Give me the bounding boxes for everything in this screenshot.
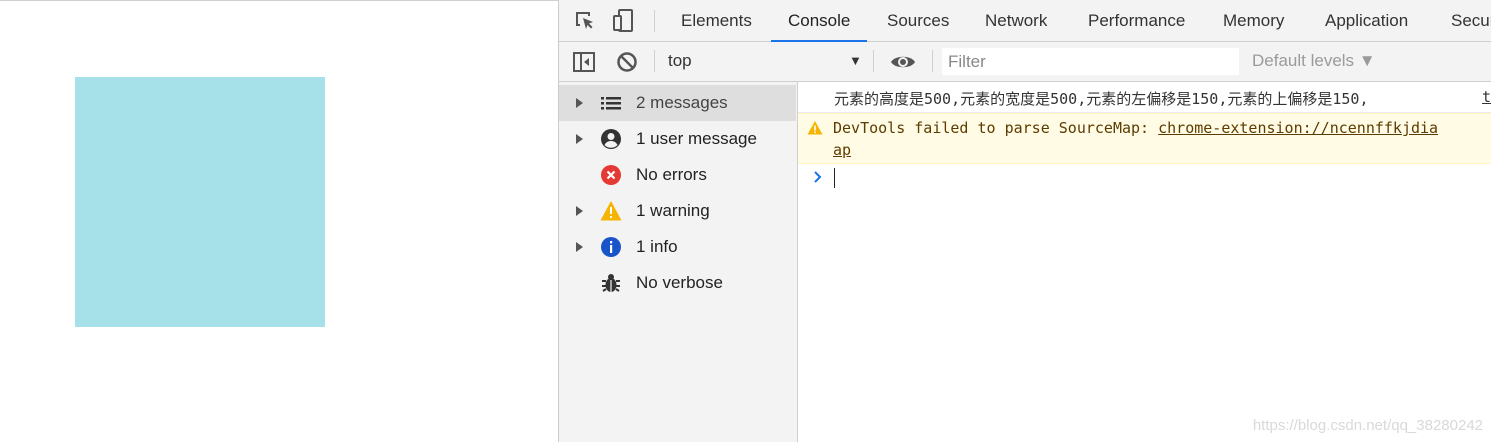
- console-prompt-chevron-icon: [814, 171, 822, 183]
- warning-message: DevTools failed to parse SourceMap: chro…: [798, 113, 1491, 164]
- tab-performance[interactable]: Performance: [1088, 0, 1185, 41]
- info-icon: [601, 237, 621, 257]
- tab-console[interactable]: Console: [770, 0, 868, 42]
- expand-arrow-icon[interactable]: [576, 134, 583, 144]
- console-input-caret[interactable]: [834, 168, 835, 188]
- sidebar-item-messages[interactable]: 2 messages: [559, 85, 796, 121]
- warning-text: DevTools failed to parse SourceMap:: [833, 119, 1159, 137]
- inspect-element-icon[interactable]: [572, 8, 598, 34]
- page-viewport: [0, 0, 558, 442]
- filter-input[interactable]: [942, 48, 1239, 75]
- list-icon: [601, 97, 621, 110]
- log-message-text: 元素的高度是500,元素的宽度是500,元素的左偏移是150,元素的上偏移是15…: [834, 90, 1369, 108]
- sidebar-item-info[interactable]: 1 info: [559, 229, 796, 265]
- toolbar-divider: [932, 50, 933, 72]
- tab-network[interactable]: Network: [985, 0, 1047, 41]
- sidebar-item-label: 2 messages: [636, 93, 728, 112]
- toolbar-divider: [873, 50, 874, 72]
- sidebar-item-label: No errors: [636, 165, 707, 184]
- user-icon: [601, 129, 621, 149]
- warning-source-link-wrap[interactable]: ap: [833, 141, 851, 159]
- log-levels-dropdown[interactable]: Default levels ▼: [1252, 51, 1376, 71]
- device-toolbar-icon[interactable]: [611, 8, 637, 34]
- sidebar-item-label: 1 info: [636, 237, 678, 256]
- devtools-tabbar: Elements Console Sources Network Perform…: [559, 0, 1491, 42]
- devtools-panel: Elements Console Sources Network Perform…: [558, 0, 1491, 442]
- error-icon: [601, 165, 621, 185]
- tab-elements[interactable]: Elements: [681, 0, 752, 41]
- bug-icon: [602, 274, 620, 292]
- cyan-box: [75, 77, 325, 327]
- sidebar-item-errors[interactable]: No errors: [559, 157, 796, 193]
- warning-icon: [600, 201, 622, 221]
- watermark: https://blog.csdn.net/qq_38280242: [1252, 417, 1483, 434]
- sidebar-item-user-messages[interactable]: 1 user message: [559, 121, 796, 157]
- sidebar-item-label: 1 user message: [636, 129, 757, 148]
- sidebar-item-verbose[interactable]: No verbose: [559, 265, 796, 301]
- clear-console-icon[interactable]: [615, 50, 639, 74]
- tab-sources[interactable]: Sources: [887, 0, 949, 41]
- toolbar-divider: [654, 50, 655, 72]
- sidebar-item-label: No verbose: [636, 273, 723, 292]
- console-toolbar: top ▼ Default levels ▼: [559, 42, 1491, 82]
- tabbar-divider: [654, 10, 655, 32]
- sidebar-toggle-icon[interactable]: [572, 50, 596, 74]
- tab-security[interactable]: Secur: [1451, 0, 1491, 41]
- expand-arrow-icon[interactable]: [576, 98, 583, 108]
- log-message: 元素的高度是500,元素的宽度是500,元素的左偏移是150,元素的上偏移是15…: [798, 82, 1491, 113]
- log-source-link[interactable]: t: [1482, 88, 1491, 106]
- tab-application[interactable]: Application: [1325, 0, 1408, 41]
- console-sidebar: 2 messages 1 user message No errors 1 wa…: [559, 82, 798, 442]
- warning-icon: [807, 121, 823, 135]
- tab-memory[interactable]: Memory: [1223, 0, 1284, 41]
- warning-source-link[interactable]: chrome-extension://ncennffkjdia: [1158, 119, 1438, 137]
- expand-arrow-icon[interactable]: [576, 206, 583, 216]
- live-expression-eye-icon[interactable]: [890, 51, 916, 73]
- sidebar-item-label: 1 warning: [636, 201, 710, 220]
- console-messages: 元素的高度是500,元素的宽度是500,元素的左偏移是150,元素的上偏移是15…: [798, 82, 1491, 442]
- expand-arrow-icon[interactable]: [576, 242, 583, 252]
- sidebar-item-warnings[interactable]: 1 warning: [559, 193, 796, 229]
- context-dropdown-arrow-icon[interactable]: ▼: [849, 53, 862, 68]
- context-selector[interactable]: top: [668, 51, 692, 71]
- warning-text-line: DevTools failed to parse SourceMap: chro…: [833, 119, 1438, 137]
